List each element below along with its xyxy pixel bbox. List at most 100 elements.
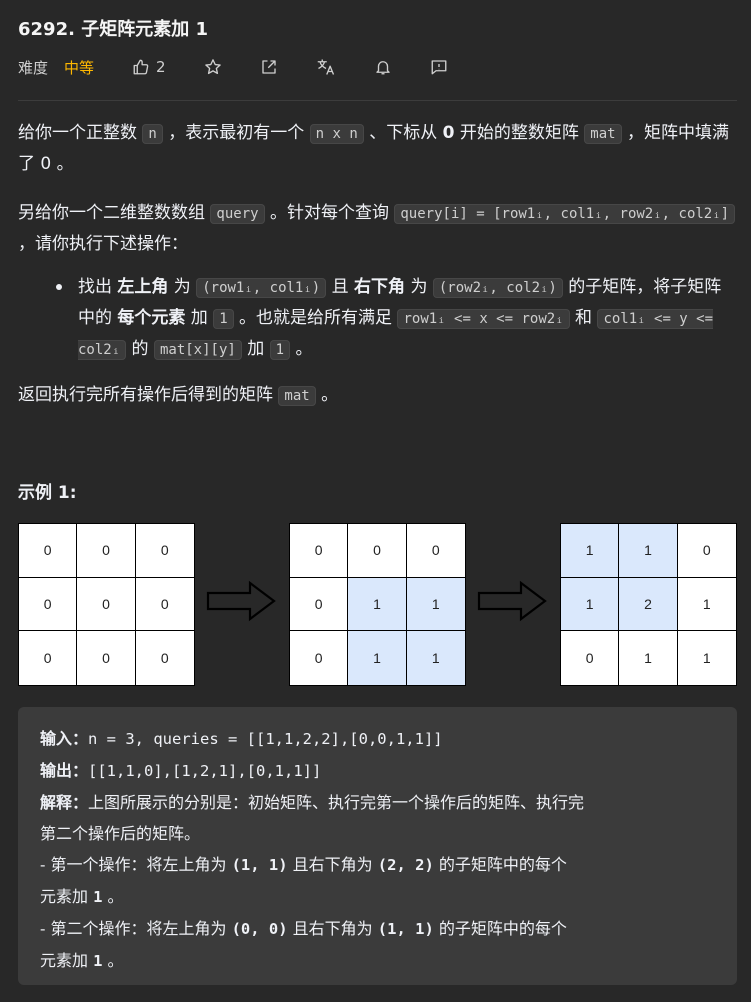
matrix-cell: 2 <box>619 577 678 632</box>
bullet-dot <box>56 284 62 290</box>
coord: (2, 2) <box>377 856 434 874</box>
translate-button[interactable] <box>316 58 336 76</box>
text: 且右下角为 <box>287 919 378 938</box>
matrix-cell: 0 <box>290 577 349 632</box>
text: 。 <box>102 951 124 970</box>
difficulty-badge: 中等 <box>64 58 95 77</box>
matrix-cell: 1 <box>348 577 407 632</box>
text: 返回执行完所有操作后得到的矩阵 <box>18 385 279 405</box>
feedback-icon <box>431 60 447 75</box>
inline-code: n <box>142 124 163 144</box>
input-value: n = 3, queries = [[1,1,2,2],[0,0,1,1]] <box>88 730 443 748</box>
text: 的子矩阵中的每个 <box>433 855 567 874</box>
inline-code: query[i] = [row1ᵢ, col1ᵢ, row2ᵢ, col2ᵢ] <box>394 204 736 224</box>
problem-meta-bar: 难度 中等 2 <box>18 55 486 79</box>
text: 加 <box>185 308 214 328</box>
thumbs-up-icon <box>133 59 149 75</box>
description-paragraph-2: 另给你一个二维整数数组 query 。针对每个查询 query[i] = [ro… <box>18 198 738 259</box>
like-count: 2 <box>156 58 166 76</box>
output-label: 输出： <box>40 761 89 780</box>
matrix-cell: 1 <box>561 577 620 632</box>
matrix-after-second-operation: 110121011 <box>560 523 737 686</box>
coord: (1, 1) <box>377 920 434 938</box>
text: 给你一个正整数 <box>18 123 143 143</box>
explain-text: 上图所展示的分别是：初始矩阵、执行完第一个操作后的矩阵、执行完 <box>88 793 585 812</box>
text: 另给你一个二维整数数组 <box>18 203 211 223</box>
text: 元素加 <box>40 951 94 970</box>
text: 开始的整数矩阵 <box>454 123 585 143</box>
matrix-cell: 0 <box>677 524 736 578</box>
matrix-cell: 0 <box>19 524 78 578</box>
matrix-cell: 0 <box>19 631 78 685</box>
text: - 第二个操作：将左上角为 <box>40 919 232 938</box>
favorite-button[interactable] <box>204 58 222 76</box>
text: 和 <box>569 308 598 328</box>
share-icon <box>261 60 276 74</box>
header-divider <box>18 100 737 101</box>
bold-text: 每个元素 <box>117 308 186 328</box>
matrix-cell: 0 <box>135 578 194 632</box>
output-value: [[1,1,0],[1,2,1],[0,1,1]] <box>88 762 322 780</box>
example-code-block: 输入：n = 3, queries = [[1,1,2,2],[0,0,1,1]… <box>18 707 737 985</box>
text: ，表示最初有一个 <box>162 123 310 143</box>
difficulty-label: 难度 <box>18 58 49 77</box>
inline-code: query <box>210 204 265 224</box>
explain-label: 解释： <box>40 793 89 812</box>
bullet-text: 找出 左上角 为 (row1ᵢ, col1ᵢ) 且 右下角 为 (row2ᵢ, … <box>78 272 736 365</box>
example-title: 示例 1: <box>18 483 77 503</box>
share-button[interactable] <box>260 58 278 76</box>
output-line: 输出：[[1,1,0],[1,2,1],[0,1,1]] <box>40 755 715 787</box>
right-arrow-icon <box>206 580 276 622</box>
right-arrow-icon <box>477 580 547 622</box>
explain-line: 解释：上图所展示的分别是：初始矩阵、执行完第一个操作后的矩阵、执行完 <box>40 787 715 818</box>
bold-text: 左上角 <box>117 277 169 297</box>
notification-button[interactable] <box>374 58 392 76</box>
matrix-initial: 000000000 <box>18 523 195 686</box>
matrix-after-first-operation: 000011011 <box>289 523 466 686</box>
operation-2-line-2: 元素加 1 。 <box>40 945 715 977</box>
matrix-cell: 1 <box>619 631 678 685</box>
translate-icon <box>317 59 334 75</box>
inline-code: n x n <box>309 124 364 144</box>
description-paragraph-1: 给你一个正整数 n ，表示最初有一个 n x n 、下标从 0 开始的整数矩阵 … <box>18 118 738 179</box>
matrix-cell: 1 <box>348 631 407 685</box>
matrix-cell: 0 <box>19 577 78 632</box>
text: 。 <box>315 385 339 405</box>
matrix-cell: 0 <box>77 631 136 685</box>
matrix-cell: 1 <box>702 650 711 667</box>
text: 。也就是给所有满足 <box>233 308 398 328</box>
star-icon <box>204 59 221 75</box>
text: 。针对每个查询 <box>264 203 395 223</box>
explain-line-2: 第二个操作后的矩阵。 <box>40 824 201 843</box>
feedback-button[interactable] <box>430 58 448 76</box>
matrix-cell: 0 <box>290 631 349 685</box>
inline-code: mat <box>278 386 316 406</box>
matrix-cell: 1 <box>406 631 465 685</box>
operation-1-line: - 第一个操作：将左上角为 (1, 1) 且右下角为 (2, 2) 的子矩阵中的… <box>40 849 715 881</box>
text: - 第一个操作：将左上角为 <box>40 855 232 874</box>
input-label: 输入： <box>40 729 89 748</box>
coord: (1, 1) <box>231 856 288 874</box>
input-line: 输入：n = 3, queries = [[1,1,2,2],[0,0,1,1]… <box>40 723 715 755</box>
matrix-cell: 0 <box>77 524 136 578</box>
text: 找出 <box>78 277 118 297</box>
text: 且右下角为 <box>287 855 378 874</box>
matrix-cell: 0 <box>77 577 136 632</box>
operation-1-line-2: 元素加 1 。 <box>40 881 715 913</box>
like-button[interactable]: 2 <box>132 58 166 76</box>
matrix-cell: 1 <box>406 577 465 632</box>
inline-code: 1 <box>269 340 291 360</box>
coord: (0, 0) <box>231 920 288 938</box>
inline-code: row1ᵢ <= x <= row2ᵢ <box>397 309 570 329</box>
bullet-item: 找出 左上角 为 (row1ᵢ, col1ᵢ) 且 右下角 为 (row2ᵢ, … <box>56 272 736 365</box>
text: 元素加 <box>40 887 94 906</box>
text: 。 <box>102 887 124 906</box>
matrix-cell: 0 <box>561 631 620 685</box>
inline-code: mat[x][y] <box>153 340 242 360</box>
matrix-cell: 1 <box>561 524 620 578</box>
matrix-cell: 0 <box>290 524 349 578</box>
inline-code: (row2ᵢ, col2ᵢ) <box>432 278 563 298</box>
text: 为 <box>168 277 197 297</box>
matrix-cell: 0 <box>135 524 194 578</box>
problem-title: 6292. 子矩阵元素加 1 <box>18 19 208 40</box>
